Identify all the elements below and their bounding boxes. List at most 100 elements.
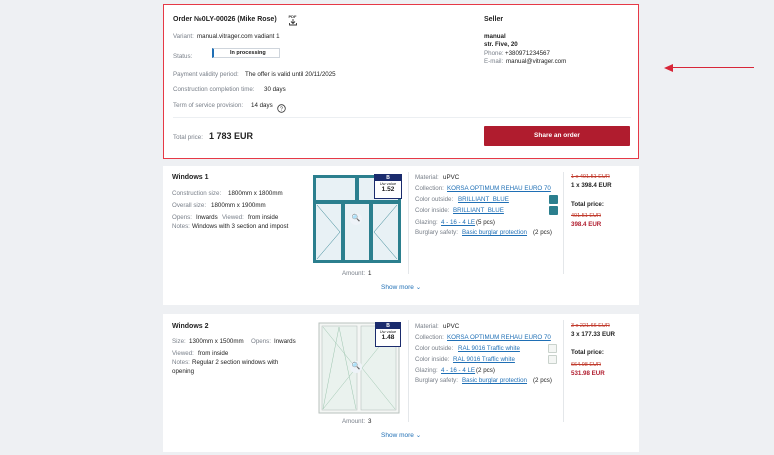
opens-label: Opens: [172, 214, 192, 221]
burglary-count: (2 pcs) [533, 229, 552, 236]
amount-value: 3 [368, 418, 372, 425]
seller-phone-label: Phone: [484, 50, 504, 57]
payment-validity-label: Payment validity period: [173, 71, 239, 78]
show-more-label: Show more [381, 284, 414, 291]
item-total-new: 531.98 EUR [571, 370, 605, 377]
zoom-icon[interactable]: 🔍 [350, 213, 362, 225]
unit-price: 1 x 398.4 EUR [571, 182, 612, 189]
chevron-down-icon: ⌄ [415, 432, 422, 439]
divider [408, 320, 409, 422]
uw-value: 1.48 [381, 334, 395, 341]
overall-size-value: 1800mm x 1900mm [211, 202, 266, 209]
unit-price-old: 3 x 221.66 EUR [571, 323, 610, 329]
item-name: Windows 2 [172, 323, 209, 330]
variant-label: Variant: [173, 33, 194, 40]
order-item-card: Windows 1 Construction size: 1800mm x 18… [163, 166, 639, 305]
uw-value-badge: B Uw value 1.48 [375, 322, 401, 347]
viewed-label: Viewed: [222, 214, 244, 221]
burglary-link[interactable]: Basic burglar protection [462, 229, 527, 236]
show-more-link[interactable]: Show more ⌄ [381, 283, 421, 291]
show-more-label: Show more [381, 432, 414, 439]
collection-link[interactable]: KORSA OPTIMUM REHAU EURO 70 [447, 334, 551, 341]
seller-heading: Seller [484, 16, 504, 23]
notes-value: Windows with 3 section and impost [192, 223, 289, 230]
notes-label: Notes: [172, 359, 190, 366]
item-total-old: 664.98 EUR [571, 362, 601, 368]
burglary-label: Burglary safety: [415, 377, 458, 384]
construction-time-label: Construction completion time: [173, 86, 255, 93]
order-item-card: Windows 2 Size: 1300mm x 1500mm Opens: I… [163, 314, 639, 452]
glazing-count: (5 pcs) [476, 219, 495, 226]
pdf-download-icon[interactable]: PDF [288, 13, 298, 31]
burglary-label: Burglary safety: [415, 229, 458, 236]
unit-price-value: 3 x 177.33 EUR [571, 331, 616, 338]
material-label: Material: [415, 174, 439, 181]
order-title: Order №0LY-00026 (Mike Rose) [173, 16, 277, 23]
divider [563, 320, 564, 422]
color-outside-link[interactable]: RAL 9016 Traffic white [458, 345, 520, 352]
viewed-value: from inside [248, 214, 279, 221]
material-value: uPVC [443, 174, 460, 181]
color-outside-label: Color outside: [415, 196, 454, 203]
construction-size-label: Construction size: [172, 190, 222, 197]
glazing-link[interactable]: 4 - 16 - 4 LE [441, 219, 475, 226]
item-name: Windows 1 [172, 174, 209, 181]
collection-link[interactable]: KORSA OPTIMUM REHAU EURO 70 [447, 185, 551, 192]
seller-name: manual [484, 33, 506, 40]
glazing-link[interactable]: 4 - 16 - 4 LE [441, 367, 475, 374]
color-outside-link[interactable]: BRILLIANT_BLUE [458, 196, 509, 203]
show-more-link[interactable]: Show more ⌄ [381, 431, 421, 439]
variant-value: manual.vitrager.com vadiant 1 [197, 33, 280, 40]
glazing-label: Glazing: [415, 367, 438, 374]
construction-time-value: 30 days [264, 86, 286, 93]
burglary-count: (2 pcs) [533, 377, 552, 384]
svg-text:?: ? [280, 106, 283, 112]
unit-price: 3 x 177.33 EUR [571, 331, 615, 338]
payment-validity-value: The offer is valid until 20/11/2025 [245, 71, 336, 78]
help-icon[interactable]: ? [277, 100, 286, 118]
seller-email-label: E-mail: [484, 58, 504, 65]
color-inside-link[interactable]: BRILLIANT_BLUE [453, 207, 504, 214]
unit-price-old: 1 x 401.51 EUR [571, 174, 610, 180]
color-outside-label: Color outside: [415, 345, 454, 352]
color-inside-link[interactable]: RAL 9016 Traffic white [453, 356, 515, 363]
zoom-icon[interactable]: 🔍 [350, 361, 362, 373]
overall-size-label: Overall size: [172, 202, 207, 209]
color-outside-swatch [548, 344, 557, 353]
divider [173, 117, 631, 118]
uw-value: 1.52 [381, 186, 395, 193]
service-term-label: Term of service provision: [173, 102, 244, 109]
color-inside-label: Color inside: [415, 356, 450, 363]
opens-label: Opens: [251, 338, 271, 345]
glazing-label: Glazing: [415, 219, 438, 226]
item-total-old: 401.51 EUR [571, 213, 601, 219]
color-inside-swatch [548, 355, 557, 364]
material-value: uPVC [443, 323, 460, 330]
divider [408, 172, 409, 274]
glazing-count: (2 pcs) [476, 367, 495, 374]
chevron-down-icon: ⌄ [415, 284, 422, 291]
collection-label: Collection: [415, 334, 444, 341]
amount-label: Amount: [342, 418, 366, 425]
total-price-label: Total price: [173, 134, 203, 141]
collection-label: Collection: [415, 185, 444, 192]
item-total-label: Total price: [571, 201, 604, 208]
viewed-label: Viewed: [172, 350, 194, 357]
unit-price-value: 1 x 398.4 EUR [571, 182, 612, 189]
notes-value: Regular 2 section windows with [192, 359, 279, 366]
burglary-link[interactable]: Basic burglar protection [462, 377, 527, 384]
material-label: Material: [415, 323, 439, 330]
color-inside-swatch [549, 206, 558, 215]
notes-value-continued: opening [172, 368, 195, 375]
construction-size-value: 1800mm x 1800mm [228, 190, 283, 197]
seller-phone: +380971234567 [505, 50, 550, 57]
size-label: Size: [172, 338, 186, 345]
annotation-arrow-line [672, 67, 754, 68]
total-price-value: 1 783 EUR [209, 131, 254, 141]
amount-value: 1 [368, 270, 372, 277]
color-inside-label: Color inside: [415, 207, 450, 214]
seller-email: manual@vitrager.com [506, 58, 567, 65]
notes-label: Notes: [172, 223, 190, 230]
divider [563, 172, 564, 274]
share-order-button[interactable]: Share an order [484, 126, 630, 146]
